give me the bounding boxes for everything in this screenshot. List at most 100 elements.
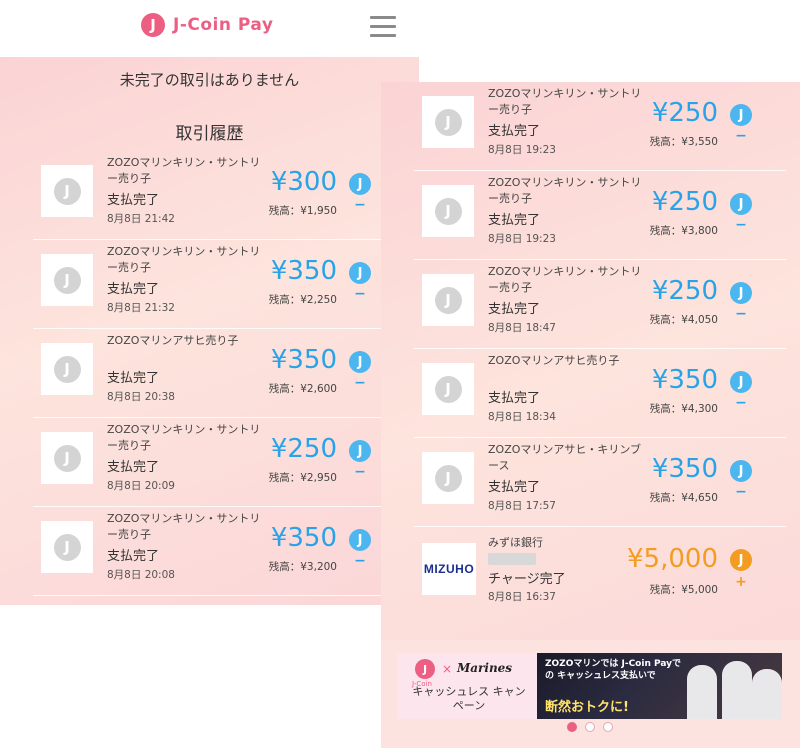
transaction-amount: ¥250 — [651, 187, 718, 217]
remaining-balance: 残高：¥4,650 — [649, 492, 718, 504]
merchant-name: ZOZOマリンアサヒ・キリンブース — [488, 443, 642, 472]
banner-photo: ZOZOマリンでは J-Coin Payでの キャッシュレス支払いで 断然おトク… — [537, 653, 782, 719]
charge-row[interactable]: MIZUHO みずほ銀行 チャージ完了 8月8日 16:37 ¥5,000 残高… — [414, 527, 786, 615]
mizuho-logo-icon: MIZUHO — [423, 562, 475, 576]
pending-notice: 未完了の取引はありません — [119, 71, 300, 89]
transaction-row[interactable]: J ZOZOマリンアサヒ売り子 支払完了 8月8日 20:38 ¥350 残高：¥2,60… — [33, 329, 405, 418]
payment-status: 支払完了 — [488, 480, 541, 495]
minus-sign-icon: − — [354, 286, 366, 302]
transaction-datetime: 8月8日 21:32 — [107, 302, 175, 314]
transaction-row[interactable]: J ZOZOマリンキリン・サントリー売り子 支払完了 8月8日 19:23 ¥250 残高… — [414, 171, 786, 260]
bank-name: みずほ銀行 — [488, 536, 543, 549]
minus-sign-icon: − — [735, 128, 747, 144]
minus-sign-icon: − — [735, 395, 747, 411]
payment-status: 支払完了 — [488, 391, 541, 406]
merchant-name: ZOZOマリンアサヒ売り子 — [488, 354, 620, 367]
right-history-panel: J ZOZOマリンキリン・サントリー売り子 支払完了 8月8日 19:23 ¥250 残高… — [381, 82, 800, 748]
jcoin-icon: J — [349, 262, 371, 284]
minus-sign-icon: − — [354, 375, 366, 391]
merchant-thumbnail: J — [422, 96, 474, 148]
player-image — [722, 661, 752, 719]
jcoin-icon: J — [349, 351, 371, 373]
transaction-row[interactable]: J ZOZOマリンキリン・サントリー売り子 支払完了 8月8日 18:47 ¥250 残高… — [414, 260, 786, 349]
transaction-amount: ¥350 — [270, 345, 337, 375]
campaign-banner[interactable]: J J-Coin × Marines キャッシュレス キャンペーン ZOZOマリ… — [397, 653, 782, 719]
banner-area: J J-Coin × Marines キャッシュレス キャンペーン ZOZOマリ… — [381, 640, 800, 748]
merchant-name: ZOZOマリンキリン・サントリー売り子 — [488, 265, 642, 294]
transaction-datetime: 8月8日 17:57 — [488, 500, 556, 512]
transaction-datetime: 8月8日 20:08 — [107, 569, 175, 581]
masked-account — [488, 553, 536, 565]
left-history-panel: 未完了の取引はありません 取引履歴 J ZOZOマリンキリン・サントリー売り子 支払… — [0, 57, 419, 605]
transaction-amount: ¥350 — [651, 454, 718, 484]
transaction-row[interactable]: J ZOZOマリンアサヒ・キリンブース支払完了 8月8日 17:57 ¥350 残高：¥… — [414, 438, 786, 527]
app-logo[interactable]: J J-Coin Pay — [141, 13, 273, 37]
remaining-balance: 残高：¥3,800 — [649, 225, 718, 237]
transaction-datetime: 8月8日 20:09 — [107, 480, 175, 492]
transaction-datetime: 8月8日 18:47 — [488, 322, 556, 334]
bank-logo: MIZUHO — [422, 543, 476, 595]
carousel-dot[interactable] — [567, 722, 577, 732]
merchant-thumbnail: J — [422, 274, 474, 326]
player-image — [687, 665, 717, 719]
merchant-thumbnail: J — [41, 165, 93, 217]
merchant-name: ZOZOマリンアサヒ売り子 — [107, 334, 239, 347]
merchant-thumbnail: J — [41, 521, 93, 573]
banner-headline: ZOZOマリンでは J-Coin Payでの キャッシュレス支払いで — [545, 659, 682, 681]
jcoin-charge-icon: J — [730, 549, 752, 571]
minus-sign-icon: − — [735, 217, 747, 233]
merchant-name: ZOZOマリンキリン・サントリー売り子 — [107, 512, 261, 541]
payment-status: 支払完了 — [488, 213, 541, 228]
merchant-name: ZOZOマリンキリン・サントリー売り子 — [107, 245, 261, 274]
jcoin-icon: J — [349, 529, 371, 551]
remaining-balance: 残高：¥1,950 — [268, 205, 337, 217]
transaction-row[interactable]: J ZOZOマリンキリン・サントリー売り子 支払完了 8月8日 20:08 ¥350 残高… — [33, 507, 405, 596]
transaction-amount: ¥300 — [270, 167, 337, 197]
transaction-row[interactable]: J ZOZOマリンキリン・サントリー売り子 支払完了 8月8日 21:32 ¥350 残高… — [33, 240, 405, 329]
app-header: J J-Coin Pay — [0, 0, 419, 57]
jcoin-icon: J — [730, 104, 752, 126]
transaction-datetime: 8月8日 18:34 — [488, 411, 556, 423]
jcoin-icon: J — [349, 173, 371, 195]
transaction-amount: ¥350 — [651, 365, 718, 395]
payment-status: 支払完了 — [107, 460, 160, 475]
jcoin-placeholder-icon: J — [53, 444, 81, 472]
transaction-row[interactable]: J ZOZOマリンキリン・サントリー売り子支払完了 8月8日 21:42 ¥300 残高… — [33, 151, 405, 240]
jcoin-icon: J — [730, 193, 752, 215]
payment-status: 支払完了 — [107, 193, 160, 208]
transaction-datetime: 8月8日 21:42 — [107, 213, 175, 225]
app-title: J-Coin Pay — [173, 15, 274, 35]
charge-balance: 残高：¥5,000 — [649, 584, 718, 596]
transaction-row[interactable]: J ZOZOマリンキリン・サントリー売り子支払完了 8月8日 20:09 ¥250 残高… — [33, 418, 405, 507]
payment-status: 支払完了 — [488, 302, 541, 317]
minus-sign-icon: − — [735, 306, 747, 322]
merchant-thumbnail: J — [422, 363, 474, 415]
carousel-dots — [567, 722, 613, 732]
payment-status: 支払完了 — [107, 549, 160, 564]
minus-sign-icon: − — [735, 484, 747, 500]
transaction-row[interactable]: J ZOZOマリンキリン・サントリー売り子 支払完了 8月8日 19:23 ¥250 残高… — [414, 82, 786, 171]
player-image — [752, 669, 782, 719]
transaction-amount: ¥350 — [270, 256, 337, 286]
remaining-balance: 残高：¥3,200 — [268, 561, 337, 573]
carousel-dot[interactable] — [603, 722, 613, 732]
jcoin-placeholder-icon: J — [434, 108, 462, 136]
remaining-balance: 残高：¥4,050 — [649, 314, 718, 326]
jcoin-logo-icon: J — [415, 659, 435, 679]
carousel-dot[interactable] — [585, 722, 595, 732]
marines-logo: Marines — [457, 661, 513, 675]
merchant-name: ZOZOマリンキリン・サントリー売り子 — [107, 156, 261, 185]
jcoin-placeholder-icon: J — [434, 464, 462, 492]
remaining-balance: 残高：¥2,250 — [268, 294, 337, 306]
minus-sign-icon: − — [354, 464, 366, 480]
transaction-amount: ¥250 — [270, 434, 337, 464]
cross-icon: × — [442, 662, 453, 676]
transaction-row[interactable]: J ZOZOマリンアサヒ売り子 支払完了 8月8日 18:34 ¥350 残高：¥4,30… — [414, 349, 786, 438]
remaining-balance: 残高：¥2,950 — [268, 472, 337, 484]
payment-status: 支払完了 — [488, 124, 541, 139]
jcoin-placeholder-icon: J — [53, 355, 81, 383]
merchant-thumbnail: J — [422, 452, 474, 504]
jcoin-placeholder-icon: J — [53, 177, 81, 205]
hamburger-menu-icon[interactable] — [370, 16, 396, 38]
merchant-name: ZOZOマリンキリン・サントリー売り子 — [107, 423, 261, 452]
